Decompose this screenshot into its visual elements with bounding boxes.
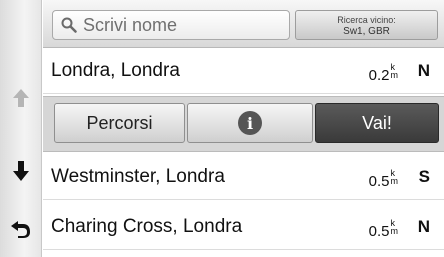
- magnifier-icon: [61, 17, 77, 33]
- routes-button[interactable]: Percorsi: [54, 103, 185, 143]
- result-row-2[interactable]: Westminster, Londra 0.5k m S: [43, 156, 444, 200]
- destination-list-screen: Scrivi nome Ricerca vicino: Sw1, GBR Lon…: [0, 0, 444, 257]
- result-direction: S: [418, 167, 430, 186]
- result-distance: 0.5k m: [368, 168, 398, 191]
- result-distance: 0.5k m: [368, 218, 398, 241]
- search-near-value: Sw1, GBR: [343, 26, 390, 37]
- result-name: Londra, Londra: [51, 60, 180, 81]
- search-near-button[interactable]: Ricerca vicino: Sw1, GBR: [295, 10, 438, 40]
- result-name: Charing Cross, Londra: [51, 216, 243, 237]
- left-rail: [0, 0, 42, 257]
- search-input[interactable]: Scrivi nome: [52, 10, 290, 40]
- action-bar: Percorsi i Vai!: [43, 96, 444, 152]
- info-icon: i: [238, 111, 262, 135]
- info-button[interactable]: i: [187, 103, 313, 143]
- back-button[interactable]: [0, 209, 42, 249]
- go-button[interactable]: Vai!: [315, 103, 439, 143]
- result-distance: 0.2k m: [368, 62, 398, 85]
- back-icon: [11, 221, 30, 238]
- search-near-label: Ricerca vicino:: [337, 15, 396, 25]
- result-direction: N: [417, 61, 430, 80]
- arrow-up-icon: [13, 89, 29, 107]
- arrow-down-icon: [13, 161, 29, 181]
- scroll-down-button[interactable]: [0, 151, 42, 191]
- search-placeholder: Scrivi nome: [83, 14, 178, 35]
- result-row-3[interactable]: Charing Cross, Londra 0.5k m N: [43, 206, 444, 250]
- top-bar: Scrivi nome Ricerca vicino: Sw1, GBR: [43, 0, 444, 48]
- scroll-up-button[interactable]: [0, 78, 42, 118]
- result-name: Westminster, Londra: [51, 166, 225, 187]
- go-label: Vai!: [362, 112, 392, 133]
- routes-label: Percorsi: [86, 112, 153, 133]
- result-row-1[interactable]: Londra, Londra 0.2k m N: [43, 50, 444, 94]
- result-direction: N: [417, 217, 430, 236]
